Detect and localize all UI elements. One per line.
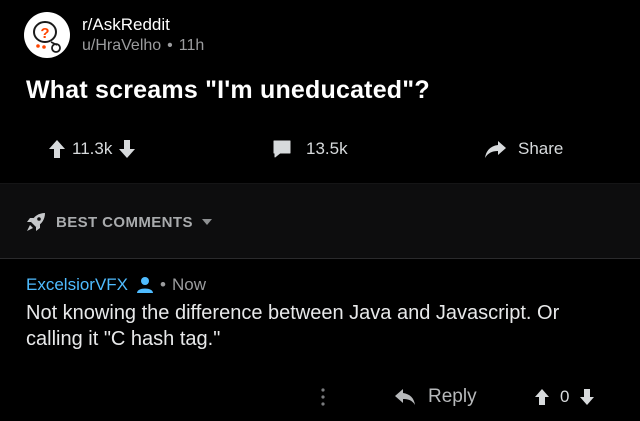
comments-button[interactable]: 13.5k: [272, 134, 354, 164]
downvote-arrow-icon[interactable]: [118, 139, 136, 159]
sort-label: BEST COMMENTS: [56, 213, 193, 231]
upvote-arrow-icon[interactable]: [534, 388, 550, 406]
separator-dot: •: [160, 275, 166, 294]
vertical-dots-icon[interactable]: [316, 382, 330, 412]
share-arrow-icon: [484, 139, 508, 159]
post-author[interactable]: u/HraVelho: [82, 37, 161, 54]
comment-count: 13.5k: [306, 139, 348, 158]
comment-score: 0: [560, 387, 570, 406]
comment-body: Not knowing the difference between Java …: [26, 302, 560, 350]
reddit-post-screen: ? r/AskReddit u/HraVelho • 11h What scream…: [0, 0, 640, 421]
post-score: 11.3k: [72, 139, 113, 158]
post-action-bar: 11.3k 13.5k Share: [0, 134, 640, 164]
post-byline: u/HraVelho • 11h: [82, 35, 204, 57]
svg-text:?: ?: [40, 25, 49, 42]
sort-dropdown[interactable]: BEST COMMENTS: [24, 210, 213, 234]
comment-time: Now: [171, 275, 206, 294]
subreddit-name[interactable]: r/AskReddit: [82, 14, 204, 35]
comment-vote-group: 0: [534, 382, 595, 412]
comment-sort-bar: BEST COMMENTS: [0, 183, 640, 259]
askreddit-snoo-icon[interactable]: ?: [24, 12, 70, 58]
person-icon: [136, 276, 154, 294]
speech-bubble-icon: [272, 139, 292, 159]
post-title[interactable]: What screams "I'm uneducated"?: [26, 76, 430, 105]
reply-button[interactable]: Reply: [394, 382, 477, 412]
post-age: 11h: [178, 36, 205, 54]
share-label: Share: [518, 139, 564, 158]
separator-dot: •: [167, 36, 173, 54]
post-header: ? r/AskReddit u/HraVelho • 11h: [24, 12, 204, 58]
comment-header: ExcelsiorVFX • Now: [26, 275, 206, 295]
reply-arrow-icon: [394, 388, 416, 406]
downvote-arrow-icon[interactable]: [579, 388, 595, 406]
rocket-icon: [24, 210, 48, 234]
post-meta: r/AskReddit u/HraVelho • 11h: [82, 14, 204, 57]
caret-down-icon: [201, 218, 213, 226]
share-button[interactable]: Share: [484, 134, 569, 164]
upvote-arrow-icon[interactable]: [48, 139, 66, 159]
reply-label: Reply: [428, 386, 477, 407]
post-vote-group: 11.3k: [48, 134, 136, 164]
comment-author[interactable]: ExcelsiorVFX: [26, 275, 128, 295]
